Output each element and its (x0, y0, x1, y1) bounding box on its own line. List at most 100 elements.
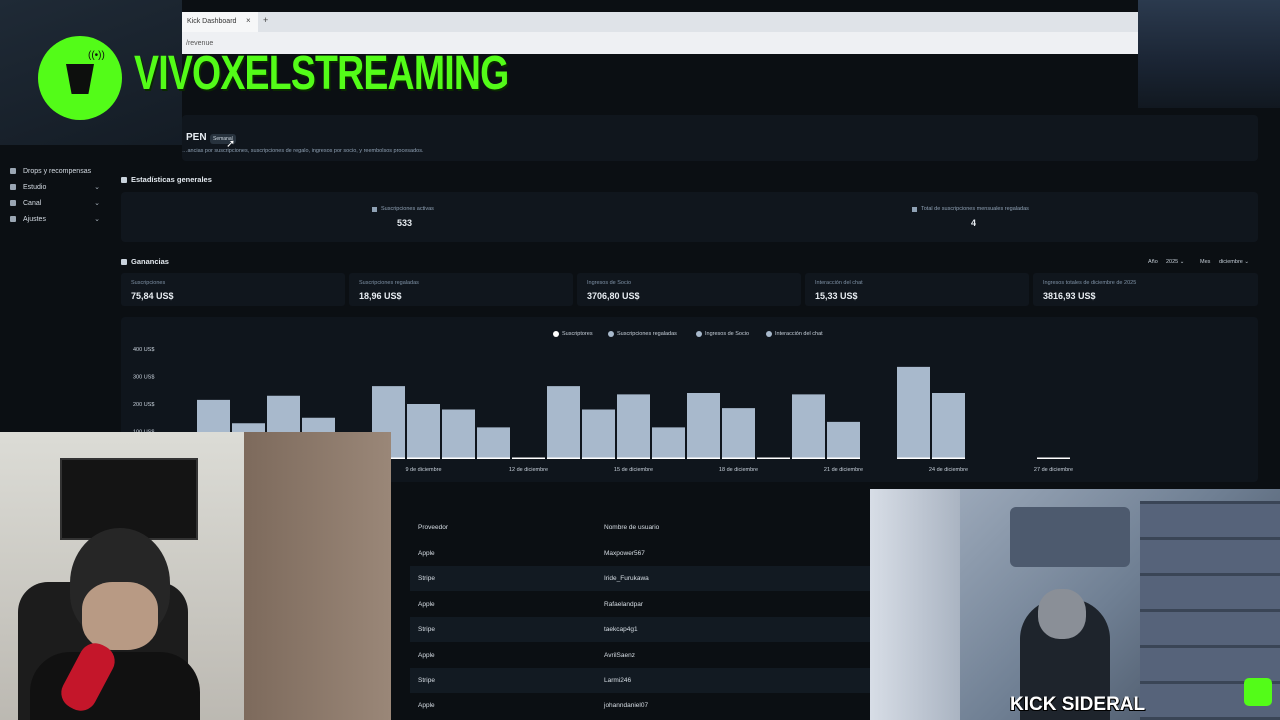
wallet-icon (121, 258, 127, 265)
webcam-feed-right (870, 489, 1280, 720)
x-tick-label: 24 de diciembre (929, 467, 968, 473)
y-tick-label: 300 US$ (133, 375, 154, 381)
provider-cell: Stripe (418, 575, 435, 583)
studio-icon (10, 184, 16, 190)
chart-bar-subscribers (932, 457, 965, 459)
chart-bar[interactable] (652, 427, 685, 459)
column-header-username[interactable]: Nombre de usuario (604, 524, 659, 531)
x-tick-label: 9 de diciembre (405, 467, 441, 473)
brand-title: VIVOXELSTREAMING (134, 47, 509, 100)
gifted-monthly-label: Total de suscripciones mensuales regalad… (912, 206, 1029, 212)
month-label: Mes (1200, 259, 1211, 265)
chart-bar-subscribers (722, 457, 755, 459)
table-row[interactable]: Apple AvrilSaenz (410, 643, 870, 668)
username-cell: Rafaelandpar (604, 600, 644, 608)
active-subs-value: 533 (397, 218, 413, 228)
chart-bar-subscribers (477, 457, 510, 459)
chevron-down-icon: ⌄ (1179, 259, 1185, 265)
currency-label: PEN (186, 132, 207, 143)
sidebar-item-label: Canal (23, 199, 42, 207)
chart-bar[interactable] (477, 427, 510, 459)
streamer-name-tag: KICK SIDERAL (1010, 694, 1146, 715)
chart-bar-subscribers (582, 457, 615, 459)
provider-cell: Stripe (418, 677, 435, 684)
provider-cell: Stripe (418, 626, 435, 634)
provider-cell: Apple (418, 600, 435, 608)
year-value: 2025 (1166, 259, 1179, 265)
month-value: diciembre (1219, 259, 1243, 265)
table-row[interactable]: Stripe taekcap4g1 (410, 617, 870, 643)
chart-bar[interactable] (442, 409, 475, 460)
chart-bar[interactable] (687, 393, 720, 459)
username-cell: taekcap4g1 (604, 626, 638, 634)
earning-card-chat: Interacción del chat 15,33 US$ (805, 273, 1029, 306)
chart-bar-subscribers (757, 457, 790, 459)
earning-label: Suscripciones (131, 280, 166, 286)
table-row[interactable]: Apple Rafaelandpar (410, 592, 870, 617)
username-cell: johanndaniel07 (604, 702, 649, 710)
chart-bar[interactable] (827, 421, 860, 459)
sidebar-item-channel[interactable]: Canal ⌄ (10, 196, 100, 210)
earning-value: 75,84 US$ (131, 291, 174, 301)
x-tick-label: 27 de diciembre (1034, 467, 1073, 473)
year-label: Año (1148, 259, 1158, 265)
table-row[interactable]: Apple Maxpower567 (410, 541, 870, 566)
blurred-overlay-right (1138, 0, 1280, 108)
table-row[interactable]: Apple johanndaniel07 (410, 693, 870, 718)
cup-shape (66, 64, 94, 94)
tab-close-icon[interactable]: × (246, 16, 251, 25)
earning-card-subscriptions: Suscripciones 75,84 US$ (121, 273, 345, 306)
sidebar-item-drops[interactable]: Drops y recompensas (10, 164, 100, 178)
gift-icon (10, 168, 16, 174)
earning-card-gifted: Suscripciones regaladas 18,96 US$ (349, 273, 573, 306)
chart-bar[interactable] (722, 408, 755, 459)
y-tick-label: 400 US$ (133, 347, 154, 353)
month-select[interactable]: diciembre ⌄ (1219, 259, 1249, 265)
signal-icon: ((•)) (88, 50, 105, 61)
chart-bar-subscribers (407, 457, 440, 459)
column-header-provider[interactable]: Proveedor (418, 524, 448, 531)
channel-icon (10, 200, 16, 206)
users-icon (372, 206, 377, 212)
x-tick-label: 12 de diciembre (509, 467, 548, 473)
stats-icon (121, 176, 127, 183)
sidebar-item-label: Ajustes (23, 215, 46, 223)
gifted-monthly-value: 4 (971, 218, 977, 228)
sideral-banner (1010, 507, 1130, 567)
chart-bar[interactable] (932, 393, 965, 459)
gift-icon (912, 206, 917, 212)
chart-bar[interactable] (407, 404, 440, 459)
general-stats-heading: Estadísticas generales (121, 175, 212, 184)
earning-label: Interacción del chat (815, 280, 863, 286)
earning-value: 18,96 US$ (359, 291, 402, 301)
chart-bar[interactable] (792, 394, 825, 459)
chevron-down-icon: ⌄ (1244, 259, 1249, 265)
table-row[interactable]: Stripe Iride_Furukawa (410, 566, 870, 592)
chart-bar-subscribers (687, 457, 720, 459)
sidebar-item-studio[interactable]: Estudio ⌄ (10, 180, 100, 194)
sidebar-item-settings[interactable]: Ajustes ⌄ (10, 212, 100, 226)
revenue-description: …ancias por suscripciones, suscripciones… (182, 148, 424, 154)
chart-bar[interactable] (617, 394, 650, 459)
brand-logo-icon: ((•)) (38, 36, 122, 120)
chart-bar[interactable] (547, 386, 580, 459)
chart-bar[interactable] (582, 409, 615, 460)
table-row[interactable]: Stripe Larmi246 (410, 668, 870, 693)
chart-bar-subscribers (547, 457, 580, 459)
year-select[interactable]: 2025 ⌄ (1166, 259, 1184, 265)
chart-bar-subscribers (827, 457, 860, 459)
earning-value: 3706,80 US$ (587, 291, 640, 301)
general-stats-title: Estadísticas generales (131, 175, 212, 184)
chevron-down-icon: ⌄ (94, 200, 100, 207)
streamer-face (1038, 589, 1086, 639)
provider-cell: Apple (418, 550, 435, 557)
revenue-header-card (182, 115, 1258, 161)
x-tick-label: 18 de diciembre (719, 467, 758, 473)
active-subs-label-text: Suscripciones activas (381, 206, 434, 212)
chart-bar[interactable] (897, 366, 930, 459)
username-cell: Iride_Furukawa (604, 575, 649, 583)
webcam-feed-left (0, 432, 391, 720)
earning-label: Suscripciones regaladas (359, 280, 419, 286)
new-tab-icon[interactable]: + (263, 15, 268, 25)
active-subs-label: Suscripciones activas (372, 206, 434, 212)
